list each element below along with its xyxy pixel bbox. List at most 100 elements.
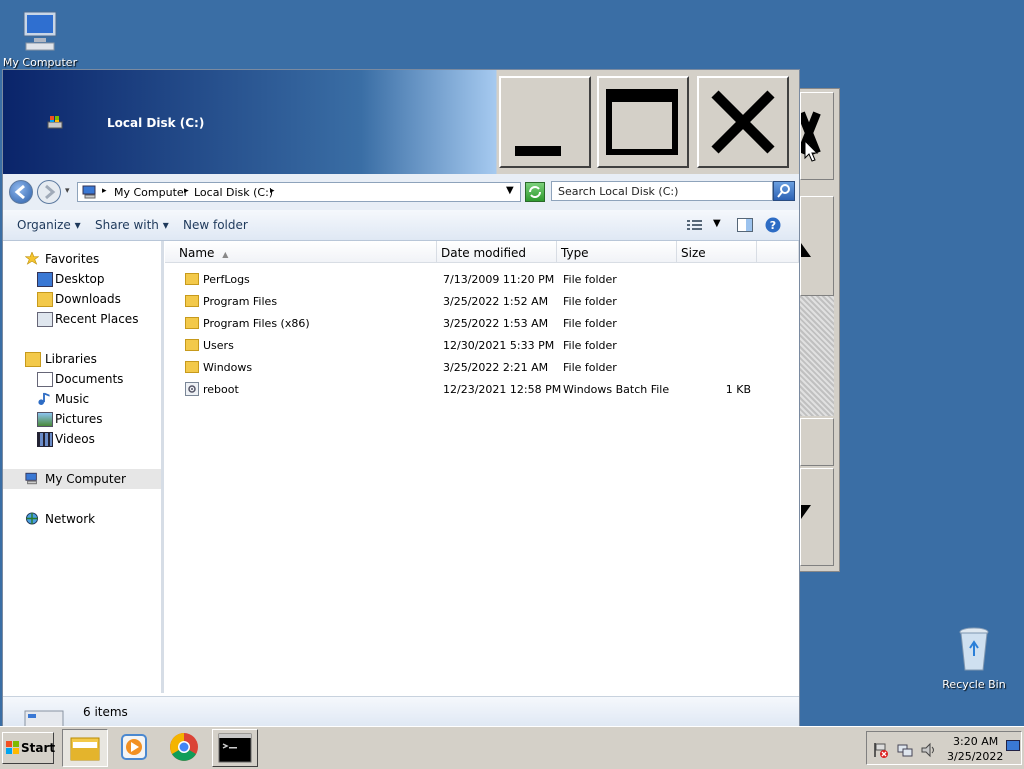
taskbar-cmd-button[interactable] xyxy=(212,729,258,767)
folder-icon xyxy=(185,339,199,351)
batch-file-gear-icon xyxy=(185,382,199,396)
nav-favorites[interactable]: Favorites xyxy=(3,249,161,269)
nav-item-label: Desktop xyxy=(55,272,105,286)
window-title: Local Disk (C:) xyxy=(107,116,205,130)
background-window-scroll-thumb[interactable] xyxy=(800,418,834,466)
new-folder-button[interactable]: New folder xyxy=(183,218,248,232)
address-dropdown-icon[interactable]: ▼ xyxy=(506,185,514,196)
minimize-icon xyxy=(515,146,561,156)
folder-icon xyxy=(185,273,199,285)
file-name: Program Files xyxy=(203,295,278,308)
star-icon xyxy=(25,252,39,265)
desktop-icon-recycle-bin[interactable]: Recycle Bin xyxy=(934,626,1014,691)
organize-button[interactable]: Organize ▾ xyxy=(17,218,81,232)
clock-date[interactable]: 3/25/2022 xyxy=(947,750,1003,763)
minimize-button[interactable] xyxy=(499,76,591,168)
nav-item-music[interactable]: Music xyxy=(3,389,161,409)
view-options-icon[interactable] xyxy=(687,219,703,231)
start-button[interactable]: Start xyxy=(2,732,56,764)
music-note-icon xyxy=(38,392,50,405)
triangle-up-icon xyxy=(801,243,811,257)
back-button[interactable] xyxy=(9,180,33,204)
file-name: PerfLogs xyxy=(203,273,250,286)
desktop-icon-label: My Computer xyxy=(2,56,78,69)
forward-button[interactable] xyxy=(37,180,61,204)
desktop-icon-label: Recycle Bin xyxy=(942,678,1006,691)
nav-item-desktop[interactable]: Desktop xyxy=(3,269,161,289)
nav-item-recent-places[interactable]: Recent Places xyxy=(3,309,161,329)
network-icon[interactable] xyxy=(897,742,913,758)
pictures-icon xyxy=(37,412,53,427)
nav-item-documents[interactable]: Documents xyxy=(3,369,161,389)
nav-libraries-label: Libraries xyxy=(45,352,97,366)
nav-libraries[interactable]: Libraries xyxy=(3,349,161,369)
address-bar[interactable]: ▸ My Computer ▸ Local Disk (C:) ▸ ▼ xyxy=(77,182,521,202)
nav-my-computer[interactable]: My Computer xyxy=(3,469,161,489)
table-row[interactable]: Users 12/30/2021 5:33 PM File folder xyxy=(165,335,799,357)
close-icon xyxy=(711,90,775,154)
file-date: 12/30/2021 5:33 PM xyxy=(443,339,555,352)
action-center-flag-icon[interactable] xyxy=(873,742,889,758)
background-window-scroll-track[interactable] xyxy=(800,296,834,416)
triangle-down-icon xyxy=(801,505,811,519)
clock-time[interactable]: 3:20 AM xyxy=(953,735,998,748)
show-desktop-icon[interactable] xyxy=(1006,739,1020,753)
file-type: File folder xyxy=(563,295,617,308)
volume-icon[interactable] xyxy=(921,742,937,758)
taskbar-explorer-button[interactable] xyxy=(62,729,108,767)
taskbar-chrome-button[interactable] xyxy=(162,729,208,767)
column-header-size[interactable]: Size xyxy=(677,241,757,263)
nav-item-label: Pictures xyxy=(55,412,103,426)
taskbar: Start 3:20 AM 3/25/2022 xyxy=(0,726,1024,769)
recent-pages-dropdown[interactable]: ▾ xyxy=(65,186,70,196)
maximize-button[interactable] xyxy=(597,76,689,168)
computer-icon xyxy=(24,710,64,727)
background-window-scroll-down[interactable] xyxy=(800,468,834,566)
nav-item-downloads[interactable]: Downloads xyxy=(3,289,161,309)
column-header-name-label: Name xyxy=(179,246,215,260)
mouse-cursor-icon xyxy=(804,140,818,162)
file-name: Program Files (x86) xyxy=(203,317,310,330)
table-row[interactable]: PerfLogs 7/13/2009 11:20 PM File folder xyxy=(165,269,799,291)
network-globe-icon xyxy=(25,512,39,525)
table-row[interactable]: Program Files (x86) 3/25/2022 1:53 AM Fi… xyxy=(165,313,799,335)
table-row[interactable]: Program Files 3/25/2022 1:52 AM File fol… xyxy=(165,291,799,313)
column-header-date[interactable]: Date modified xyxy=(437,241,557,263)
table-row[interactable]: Windows 3/25/2022 2:21 AM File folder xyxy=(165,357,799,379)
table-row[interactable]: reboot 12/23/2021 12:58 PM Windows Batch… xyxy=(165,379,799,401)
start-label: Start xyxy=(21,741,56,755)
search-button[interactable] xyxy=(773,181,795,201)
close-button[interactable] xyxy=(697,76,789,168)
arrow-right-icon xyxy=(45,184,56,200)
column-header-name[interactable]: Name ▲ xyxy=(165,241,437,263)
item-count: 6 items xyxy=(83,705,128,719)
taskbar-media-player-button[interactable] xyxy=(112,729,158,767)
nav-network-label: Network xyxy=(45,512,96,526)
view-dropdown-icon[interactable]: ▼ xyxy=(713,218,721,229)
navigation-bar: ▾ ▸ My Computer ▸ Local Disk (C:) ▸ ▼ Se… xyxy=(3,174,799,211)
background-window-close-button[interactable] xyxy=(797,92,834,180)
title-bar[interactable]: Local Disk (C:) xyxy=(3,70,799,174)
file-name: reboot xyxy=(203,383,239,396)
breadcrumb-separator: ▸ xyxy=(102,186,107,196)
share-with-button[interactable]: Share with ▾ xyxy=(95,218,169,232)
background-window-scroll-up[interactable] xyxy=(800,196,834,296)
command-prompt-icon xyxy=(218,733,252,763)
close-icon xyxy=(797,111,821,155)
file-date: 3/25/2022 1:53 AM xyxy=(443,317,549,330)
nav-network[interactable]: Network xyxy=(3,509,161,529)
nav-favorites-label: Favorites xyxy=(45,252,100,266)
breadcrumb-local-disk[interactable]: Local Disk (C:) xyxy=(194,186,273,199)
search-input[interactable]: Search Local Disk (C:) xyxy=(551,181,773,201)
nav-item-videos[interactable]: Videos xyxy=(3,429,161,449)
share-with-label: Share with xyxy=(95,218,159,232)
nav-item-label: Documents xyxy=(55,372,124,386)
help-icon[interactable]: ? xyxy=(765,217,781,233)
breadcrumb-my-computer[interactable]: My Computer xyxy=(114,186,188,199)
refresh-button[interactable] xyxy=(525,182,545,202)
file-date: 12/23/2021 12:58 PM xyxy=(443,383,562,396)
nav-item-pictures[interactable]: Pictures xyxy=(3,409,161,429)
column-header-type[interactable]: Type xyxy=(557,241,677,263)
desktop-icon-my-computer[interactable]: My Computer xyxy=(0,10,80,69)
preview-pane-icon[interactable] xyxy=(737,217,753,233)
